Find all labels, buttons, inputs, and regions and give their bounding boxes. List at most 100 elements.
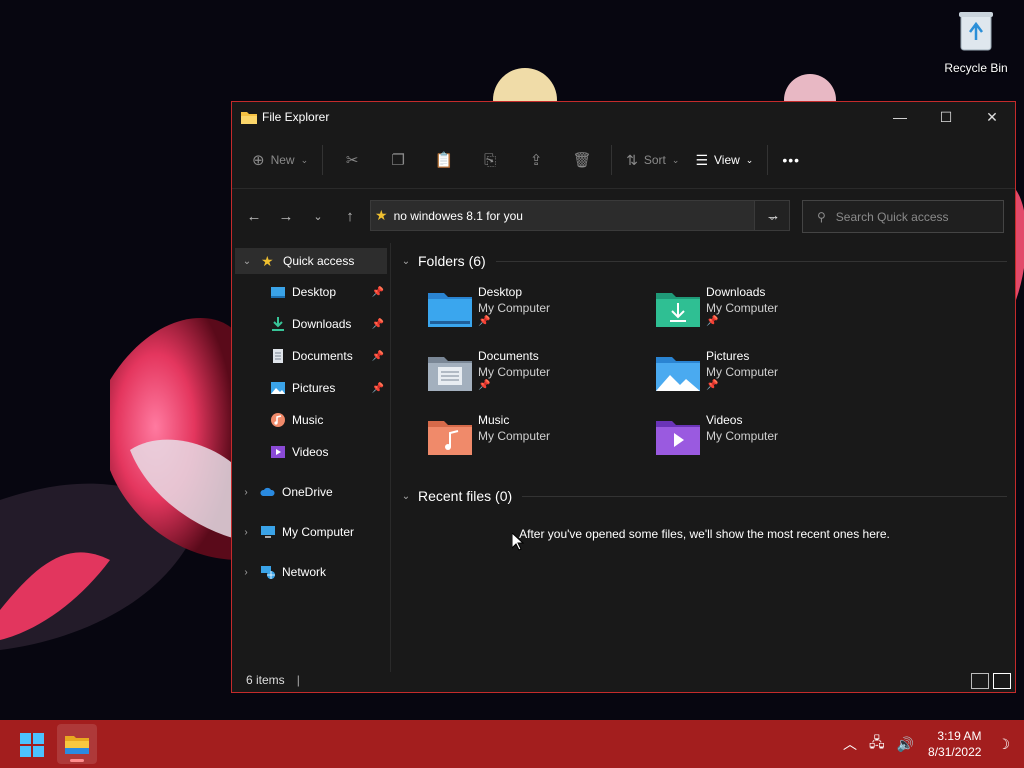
- paste-button[interactable]: 📋: [421, 143, 467, 177]
- sidebar-item-label: Downloads: [292, 317, 352, 331]
- arrow-up-icon: ↑: [346, 207, 354, 225]
- folder-name: Downloads: [706, 285, 766, 299]
- sidebar-item-pictures[interactable]: Pictures 📌: [232, 372, 390, 404]
- sort-icon: ⇅: [626, 151, 638, 168]
- close-icon: ✕: [986, 108, 998, 125]
- chevron-down-icon: ⌄: [313, 210, 323, 223]
- clock[interactable]: 3:19 AM 8/31/2022: [928, 728, 981, 760]
- maximize-button[interactable]: ☐: [923, 102, 969, 132]
- toolbar-divider: [611, 145, 613, 175]
- delete-button[interactable]: 🗑: [559, 143, 605, 177]
- picture-icon: [271, 382, 285, 394]
- chevron-right-icon[interactable]: ›: [238, 527, 254, 538]
- focus-assist-moon-icon[interactable]: ☽: [997, 736, 1010, 753]
- folder-tile-desktop[interactable]: Desktop My Computer 📌: [428, 285, 550, 327]
- title-bar[interactable]: File Explorer — ☐ ✕: [232, 102, 1015, 132]
- copy-button[interactable]: ❐: [375, 143, 421, 177]
- sort-label: Sort: [643, 153, 666, 167]
- search-input[interactable]: Search Quick access: [836, 210, 949, 224]
- arrow-right-icon: →: [765, 207, 781, 224]
- pin-icon: 📌: [371, 350, 384, 362]
- sidebar-item-network[interactable]: › Network: [232, 556, 390, 588]
- tiles-view-button[interactable]: [993, 673, 1011, 689]
- more-options-button[interactable]: •••: [774, 143, 808, 177]
- sidebar-item-onedrive[interactable]: › OneDrive: [232, 476, 390, 508]
- active-indicator: [70, 759, 84, 762]
- recent-files-section-header[interactable]: ⌄ Recent files (0): [392, 484, 1017, 508]
- chevron-down-icon[interactable]: ⌄: [398, 491, 414, 502]
- chevron-right-icon[interactable]: ›: [238, 487, 254, 498]
- videos-folder-icon: [656, 421, 700, 455]
- up-button[interactable]: ↑: [334, 208, 366, 225]
- volume-icon[interactable]: 🔊: [897, 736, 914, 753]
- folder-tile-downloads[interactable]: Downloads My Computer 📌: [656, 285, 778, 327]
- address-bar[interactable]: ★ no windowes 8.1 for you ⌄: [370, 200, 790, 231]
- sidebar-item-label: Music: [292, 413, 324, 427]
- computer-icon: [261, 526, 275, 538]
- cloud-icon: [260, 487, 275, 496]
- go-button[interactable]: →: [754, 200, 791, 231]
- navigation-pane: ⌄ ★ Quick access Desktop 📌 Downloads 📌 D…: [232, 243, 391, 672]
- minimize-button[interactable]: —: [877, 102, 923, 132]
- recent-locations-button[interactable]: ⌄: [302, 210, 334, 223]
- details-view-button[interactable]: [971, 673, 989, 689]
- close-button[interactable]: ✕: [969, 102, 1015, 132]
- forward-button[interactable]: →: [270, 208, 302, 225]
- downloads-folder-icon: [656, 293, 700, 327]
- new-label: New: [270, 153, 295, 167]
- view-icon: ☰: [695, 151, 708, 168]
- sidebar-item-my-computer[interactable]: › My Computer: [232, 516, 390, 548]
- recycle-bin-desktop-icon[interactable]: Recycle Bin: [940, 8, 1012, 75]
- section-divider: [522, 495, 1007, 497]
- main-content: ⌄ Folders (6) Desktop My Computer 📌 Downlo…: [392, 243, 1017, 672]
- folder-icon: [65, 736, 89, 754]
- cut-button[interactable]: ✂: [329, 143, 375, 177]
- search-box[interactable]: ⚲ Search Quick access: [802, 200, 1004, 233]
- chevron-down-icon[interactable]: ⌄: [239, 256, 255, 267]
- sort-button[interactable]: ⇅ Sort ⌄: [618, 143, 687, 177]
- rename-button[interactable]: ⎘: [467, 143, 513, 177]
- back-button[interactable]: ←: [238, 208, 270, 225]
- sidebar-item-music[interactable]: Music: [232, 404, 390, 436]
- chevron-right-icon[interactable]: ›: [238, 567, 254, 578]
- folder-tile-videos[interactable]: Videos My Computer: [656, 413, 778, 455]
- clock-time: 3:19 AM: [937, 729, 982, 743]
- network-icon[interactable]: 🖧: [869, 732, 885, 756]
- copy-icon: ❐: [391, 152, 405, 169]
- pin-icon: 📌: [371, 318, 384, 330]
- pictures-folder-icon: [656, 357, 700, 391]
- sidebar-item-videos[interactable]: Videos: [232, 436, 390, 468]
- trash-icon: 🗑: [572, 152, 592, 169]
- new-button[interactable]: ⊕ New ⌄: [244, 143, 316, 177]
- sidebar-item-label: My Computer: [282, 525, 355, 539]
- window-title: File Explorer: [262, 110, 330, 124]
- pin-icon: 📌: [706, 380, 719, 391]
- folder-icon: [241, 112, 257, 124]
- address-input[interactable]: no windowes 8.1 for you: [394, 209, 755, 223]
- windows-start-icon[interactable]: [20, 733, 44, 757]
- chevron-up-icon[interactable]: ︿: [843, 734, 857, 754]
- sidebar-item-label: Pictures: [292, 381, 336, 395]
- sidebar-item-desktop[interactable]: Desktop 📌: [232, 276, 390, 308]
- sidebar-item-quick-access[interactable]: ⌄ ★ Quick access: [235, 248, 387, 274]
- more-icon: •••: [782, 152, 801, 168]
- folders-section-header[interactable]: ⌄ Folders (6): [392, 249, 1017, 273]
- folder-tile-pictures[interactable]: Pictures My Computer 📌: [656, 349, 778, 391]
- clipboard-icon: 📋: [434, 152, 454, 169]
- folder-location: My Computer: [706, 365, 779, 379]
- view-button[interactable]: ☰ View ⌄: [687, 143, 761, 177]
- folder-tile-music[interactable]: Music My Computer: [428, 413, 550, 455]
- recent-heading: Recent files (0): [418, 488, 513, 504]
- folder-name: Videos: [706, 413, 743, 427]
- command-bar: ⊕ New ⌄ ✂ ❐ 📋 ⎘ ⇪ 🗑 ⇅ Sort ⌄ ☰ View ⌄ ••…: [232, 132, 1015, 189]
- folder-tile-documents[interactable]: Documents My Computer 📌: [428, 349, 550, 391]
- sidebar-item-downloads[interactable]: Downloads 📌: [232, 308, 390, 340]
- desktop-icon: [271, 287, 285, 298]
- sidebar-item-documents[interactable]: Documents 📌: [232, 340, 390, 372]
- file-explorer-taskbar-button[interactable]: [57, 724, 97, 764]
- video-icon: [271, 446, 285, 458]
- recent-empty-message: After you've opened some files, we'll sh…: [519, 527, 890, 541]
- star-icon: ★: [261, 253, 274, 269]
- chevron-down-icon[interactable]: ⌄: [398, 256, 414, 267]
- share-button[interactable]: ⇪: [513, 143, 559, 177]
